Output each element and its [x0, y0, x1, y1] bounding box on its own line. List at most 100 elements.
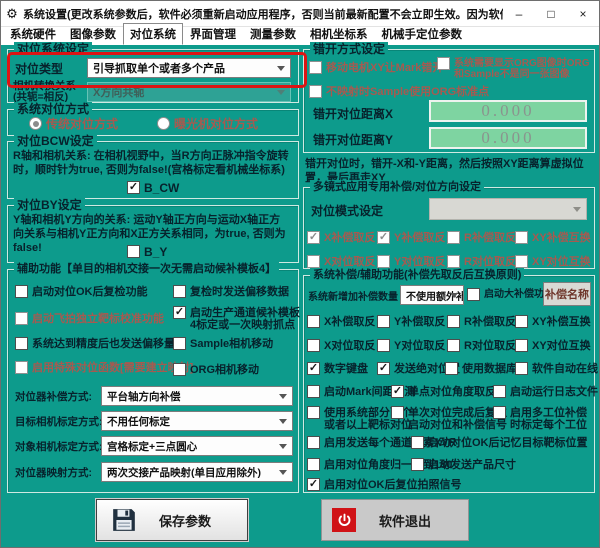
- chevron-down-icon: [277, 90, 285, 95]
- minimize-button[interactable]: –: [503, 1, 535, 27]
- checkbox-production-channel-template4[interactable]: 启动生产通道候补模板 4标定或一次映射抓点: [173, 306, 300, 331]
- checkbox-multi-station-comp-calib[interactable]: 启用多工位补偿 时标定每个工位: [493, 406, 587, 431]
- checkbox-b-y[interactable]: B_Y: [127, 245, 167, 258]
- checkbox-multi-y-align-invert[interactable]: Y对位取反: [377, 255, 445, 268]
- checkbox-y-align-invert[interactable]: Y对位取反: [377, 339, 445, 352]
- checkbox-box: [127, 181, 140, 194]
- checkbox-multi-xy-comp-swap[interactable]: XY补偿互换: [515, 231, 591, 244]
- checkbox-box: [447, 231, 460, 244]
- checkbox-multi-xy-align-swap[interactable]: XY对位互换: [515, 255, 591, 268]
- tab-ui-management[interactable]: 界面管理: [183, 23, 243, 45]
- checkbox-box: [307, 436, 320, 449]
- radio-circle: [29, 117, 42, 130]
- checkbox-multi-r-align-invert[interactable]: R对位取反: [447, 255, 516, 268]
- checkbox-xy-comp-swap[interactable]: XY补偿互换: [515, 315, 591, 328]
- save-params-label: 保存参数: [137, 511, 233, 530]
- extra-comp-qty-select[interactable]: 不使用额外补: [400, 285, 464, 305]
- checkbox-box: [515, 231, 528, 244]
- checkbox-run-log-file[interactable]: 启动运行日志文件: [493, 385, 598, 398]
- checkbox-multi-x-align-invert[interactable]: X对位取反: [307, 255, 375, 268]
- checkbox-multi-y-comp-invert[interactable]: Y补偿取反: [377, 231, 445, 244]
- save-params-button[interactable]: 保存参数: [96, 499, 248, 541]
- checkbox-box: [307, 315, 320, 328]
- align-mode-setting-select[interactable]: [429, 198, 587, 220]
- tab-alignment-system[interactable]: 对位系统: [123, 23, 183, 45]
- exit-software-button[interactable]: 软件退出: [321, 499, 469, 541]
- target-camera-calib-select[interactable]: 不用任何标定: [101, 411, 293, 431]
- group-title: 系统补偿/辅助功能(补偿先取反后互换原则): [310, 268, 524, 282]
- checkbox-box: [411, 458, 424, 471]
- checkbox-box: [391, 406, 404, 419]
- checkbox-use-database[interactable]: 使用数据库: [445, 362, 517, 375]
- checkbox-special-align-function[interactable]: 启用特殊对位函数[需要建立映射]: [15, 361, 193, 374]
- camera-transform-select[interactable]: X方向共轭: [87, 82, 291, 102]
- group-title: 错开方式设定: [310, 42, 388, 56]
- target-camera-calib-label: 目标相机标定方式:: [15, 416, 103, 429]
- checkbox-flyshot-target-calib[interactable]: 启动飞拍独立靶标校准功能: [15, 312, 164, 325]
- settings-window: ⚙ 系统设置(更改系统参数后，软件必须重新启动应用程序，否则当前最新配置不会立即…: [0, 0, 600, 548]
- checkbox-x-comp-invert[interactable]: X补偿取反: [307, 315, 375, 328]
- checkbox-box: [493, 406, 506, 419]
- object-camera-calib-select[interactable]: 宫格标定+三点圆心: [101, 436, 293, 456]
- checkbox-box: [173, 285, 186, 298]
- checkbox-r-align-invert[interactable]: R对位取反: [447, 339, 516, 352]
- checkbox-box: [447, 339, 460, 352]
- checkbox-box: [307, 255, 320, 268]
- checkbox-multi-r-comp-invert[interactable]: R补偿取反: [447, 231, 516, 244]
- checkbox-box: [377, 362, 390, 375]
- checkbox-remember-target-after-ok[interactable]: 启动对位OK后记忆目标靶标位置: [411, 436, 588, 449]
- checkbox-send-offset-when-precision-met[interactable]: 系统达到精度后也发送偏移量: [15, 337, 175, 350]
- stagger-distance-x-input[interactable]: 0.000: [429, 100, 587, 122]
- chevron-down-icon: [279, 444, 287, 449]
- checkbox-numeric-keypad[interactable]: 数字键盘: [307, 362, 368, 375]
- checkbox-box: [377, 315, 390, 328]
- group-title: 多镜式应用专用补偿/对位方向设定: [310, 180, 484, 194]
- group-title: 系统对位方式: [14, 102, 92, 116]
- checkbox-big-compensation[interactable]: 启动大补偿功能: [467, 288, 554, 301]
- stagger-distance-y-input[interactable]: 0.000: [429, 127, 587, 149]
- checkbox-r-comp-invert[interactable]: R补偿取反: [447, 315, 516, 328]
- tab-robot-position-params[interactable]: 机械手定位参数: [375, 23, 470, 45]
- checkbox-sample-camera-move[interactable]: Sample相机移动: [173, 337, 273, 350]
- checkbox-software-auto-online[interactable]: 软件自动在线: [515, 362, 598, 375]
- checkbox-multi-x-comp-invert[interactable]: X补偿取反: [307, 231, 375, 244]
- checkbox-box: [411, 436, 424, 449]
- checkbox-reset-photo-signal-after-ok[interactable]: 启用对位OK后复位拍照信号: [307, 478, 462, 491]
- compensation-mode-label: 对位器补偿方式:: [15, 391, 92, 404]
- group-title: 辅助功能【单目的相机交接一次无需启动候补模板4】: [14, 262, 279, 276]
- checkbox-b-cw[interactable]: B_CW: [127, 181, 179, 194]
- align-type-select[interactable]: 引导抓取单个或者多个产品: [87, 58, 291, 78]
- checkbox-box: [15, 361, 28, 374]
- object-camera-calib-value: 宫格标定+三点圆心: [107, 439, 197, 454]
- group-title: 对位BY设定: [14, 198, 85, 212]
- checkbox-box: [173, 337, 186, 350]
- checkbox-box: [307, 458, 320, 471]
- group-title: 对位系统设定: [14, 42, 92, 56]
- close-button[interactable]: ×: [567, 1, 599, 27]
- compensation-mode-select[interactable]: 平台轴方向补偿: [101, 386, 293, 406]
- maximize-button[interactable]: □: [535, 1, 567, 27]
- checkbox-y-comp-invert[interactable]: Y补偿取反: [377, 315, 445, 328]
- checkbox-recheck-after-ok[interactable]: 启动对位OK后复检功能: [15, 285, 148, 298]
- compensation-name-button[interactable]: 补偿名称: [543, 282, 591, 306]
- radio-traditional-align[interactable]: 传统对位方式: [29, 117, 118, 130]
- checkbox-box: [515, 362, 528, 375]
- checkbox-send-offset-on-recheck[interactable]: 复检时发送偏移数据: [173, 285, 289, 298]
- checkbox-x-align-invert[interactable]: X对位取反: [307, 339, 375, 352]
- radio-exposure-align[interactable]: 曝光机对位方式: [157, 117, 258, 130]
- checkbox-sample-use-org-standard-point[interactable]: 不映射时Sample使用ORG标准点: [309, 85, 489, 98]
- checkbox-org-camera-move[interactable]: ORG相机移动: [173, 363, 259, 376]
- checkbox-reset-after-single-align[interactable]: 单次对位完成后复位 启动对位和补偿信号: [391, 406, 507, 431]
- checkbox-single-point-angle-invert[interactable]: 单点对位角度取反: [391, 385, 496, 398]
- mapping-mode-value: 两次交接产品映射(单目应用除外): [107, 465, 261, 480]
- mapping-mode-select[interactable]: 两次交接产品映射(单目应用除外): [101, 462, 293, 482]
- chevron-down-icon: [279, 419, 287, 424]
- checkbox-org-sample-different-image[interactable]: 系统需要显示ORG图像时ORG 和Sample不是同一张图像: [437, 57, 590, 80]
- mapping-mode-label: 对位器映射方式:: [15, 467, 92, 480]
- extra-comp-qty-label: 系统新增加补偿数量: [308, 291, 398, 304]
- checkbox-send-product-size[interactable]: 启动发送产品尺寸: [411, 458, 516, 471]
- checkbox-xy-align-swap[interactable]: XY对位互换: [515, 339, 591, 352]
- checkbox-move-xy-stagger-mark[interactable]: 移动电机XY让Mark错开: [309, 61, 443, 74]
- tab-measure-params[interactable]: 测量参数: [243, 23, 303, 45]
- checkbox-box: [493, 385, 506, 398]
